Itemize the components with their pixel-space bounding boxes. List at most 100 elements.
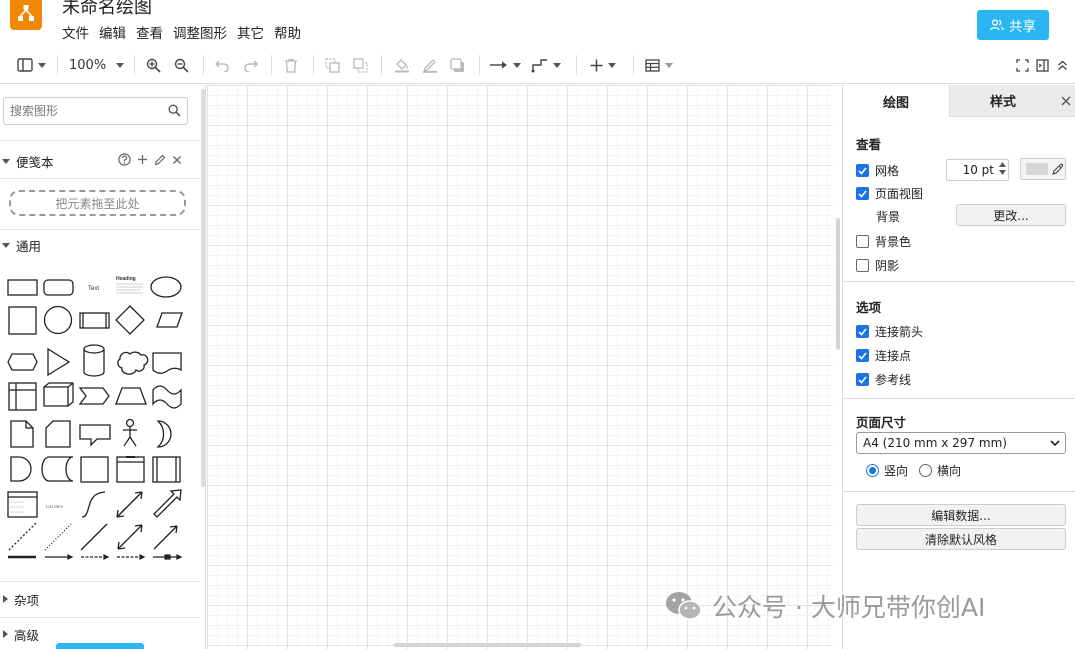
grid-color-picker[interactable] — [1020, 158, 1066, 180]
fill-color-button[interactable] — [394, 54, 410, 76]
portrait-radio[interactable] — [866, 464, 879, 477]
menu-help[interactable]: 帮助 — [274, 22, 308, 42]
background-color-checkbox[interactable] — [856, 235, 869, 248]
clear-default-style-button[interactable]: 清除默认风格 — [856, 528, 1066, 550]
waypoints-dropdown[interactable] — [531, 54, 561, 76]
shape-delay — [10, 456, 32, 482]
tab-diagram[interactable]: 绘图 — [843, 85, 949, 117]
to-front-icon — [325, 57, 340, 73]
connection-arrows-option[interactable]: 连接箭头 — [856, 323, 923, 340]
drawing-canvas[interactable] — [207, 85, 833, 649]
drawio-logo-icon[interactable] — [10, 0, 42, 30]
grid-option[interactable]: 网格 — [856, 162, 899, 179]
header: 未命名绘图 文件 编辑 查看 调整图形 其它 帮助 共享 — [0, 0, 1075, 46]
shape-square — [8, 306, 37, 335]
zoom-out-button[interactable] — [174, 54, 189, 76]
search-icon[interactable] — [168, 104, 181, 117]
sidebar-toggle-icon — [17, 58, 33, 72]
stepper-up-icon[interactable] — [999, 162, 1006, 167]
misc-section-header[interactable]: 杂项 — [0, 589, 200, 609]
stepper-down-icon[interactable] — [999, 170, 1006, 175]
menu-edit[interactable]: 编辑 — [99, 22, 133, 42]
more-shapes-button[interactable] — [56, 643, 144, 649]
add-icon[interactable] — [137, 154, 148, 165]
share-label: 共享 — [1009, 19, 1036, 35]
shadow-button[interactable] — [450, 54, 466, 76]
zoom-in-button[interactable] — [146, 54, 161, 76]
shape-data-storage — [41, 456, 74, 482]
shadow-checkbox[interactable] — [856, 259, 869, 272]
menu-extras[interactable]: 其它 — [237, 22, 271, 42]
guides-checkbox[interactable] — [856, 373, 869, 386]
format-panel-button[interactable] — [1036, 54, 1049, 76]
grid-size-stepper[interactable] — [999, 162, 1006, 175]
shape-note — [10, 420, 34, 448]
to-back-button[interactable] — [353, 54, 368, 76]
share-button[interactable]: 共享 — [977, 10, 1049, 40]
zoom-dropdown[interactable]: 100% — [69, 54, 125, 76]
connection-style-dropdown[interactable] — [490, 54, 521, 76]
eyedropper-icon — [1052, 163, 1063, 175]
toolbar-divider — [313, 55, 314, 75]
edit-icon[interactable] — [154, 154, 166, 166]
shape-search-input[interactable] — [3, 97, 188, 125]
connection-arrows-checkbox[interactable] — [856, 325, 869, 338]
shape-trapezoid — [115, 387, 147, 405]
page-view-option[interactable]: 页面视图 — [856, 185, 923, 202]
insert-dropdown[interactable] — [590, 54, 616, 76]
to-front-button[interactable] — [325, 54, 340, 76]
scratchpad-actions — [118, 153, 182, 166]
tab-style[interactable]: 样式 — [949, 85, 1056, 117]
shape-container — [80, 456, 109, 483]
document-title[interactable]: 未命名绘图 — [62, 0, 152, 19]
landscape-option[interactable]: 横向 — [919, 462, 961, 479]
menu-view[interactable]: 查看 — [136, 22, 170, 42]
menu-arrange[interactable]: 调整图形 — [173, 22, 234, 42]
undo-button[interactable] — [215, 54, 230, 76]
delete-button[interactable] — [284, 54, 298, 76]
grid-size-input[interactable]: 10 pt — [946, 159, 1009, 181]
sidebar-toggle-button[interactable] — [17, 54, 46, 76]
canvas-horizontal-scrollbar[interactable] — [394, 643, 581, 647]
chevron-down-icon — [553, 62, 561, 68]
connection-points-checkbox[interactable] — [856, 349, 869, 362]
portrait-option[interactable]: 竖向 — [866, 462, 908, 479]
chevron-right-icon — [3, 595, 8, 603]
menu-file[interactable]: 文件 — [62, 22, 96, 42]
change-background-button[interactable]: 更改... — [956, 204, 1066, 226]
page-view-checkbox[interactable] — [856, 187, 869, 200]
shadow-icon — [450, 57, 464, 72]
line-color-button[interactable] — [422, 54, 438, 76]
shape-process — [79, 312, 110, 329]
close-panel-button[interactable] — [1056, 85, 1075, 117]
section-divider — [0, 617, 200, 618]
table-dropdown[interactable] — [645, 54, 673, 76]
landscape-radio[interactable] — [919, 464, 932, 477]
canvas-vertical-scrollbar[interactable] — [836, 218, 840, 350]
help-icon[interactable] — [118, 153, 131, 166]
grid-checkbox[interactable] — [856, 164, 869, 177]
edit-data-button[interactable]: 编辑数据... — [856, 504, 1066, 526]
collapse-button[interactable] — [1057, 54, 1068, 76]
page-size-select[interactable]: A4 (210 mm x 297 mm) — [856, 432, 1066, 454]
shadow-option[interactable]: 阴影 — [856, 257, 899, 274]
sidebar-scrollbar[interactable] — [201, 89, 205, 487]
toolbar-divider — [479, 55, 480, 75]
grid-label: 网格 — [875, 164, 900, 178]
scratchpad-dropzone[interactable]: 把元素拖至此处 — [9, 190, 186, 216]
guides-option[interactable]: 参考线 — [856, 371, 911, 388]
shape-heading: Heading — [116, 276, 136, 282]
general-section-header[interactable]: 通用 — [0, 235, 200, 255]
background-color-option[interactable]: 背景色 — [856, 233, 911, 250]
fullscreen-button[interactable] — [1016, 54, 1029, 76]
options-section-title: 选项 — [856, 300, 882, 315]
undo-icon — [215, 60, 229, 72]
shape-document — [152, 352, 182, 374]
connection-points-option[interactable]: 连接点 — [856, 347, 911, 364]
table-icon — [645, 58, 660, 72]
insert-icon — [590, 59, 603, 71]
close-icon[interactable] — [172, 155, 182, 165]
shape-list — [7, 491, 38, 518]
advanced-section-header[interactable]: 高级 — [0, 624, 200, 644]
redo-button[interactable] — [243, 54, 258, 76]
